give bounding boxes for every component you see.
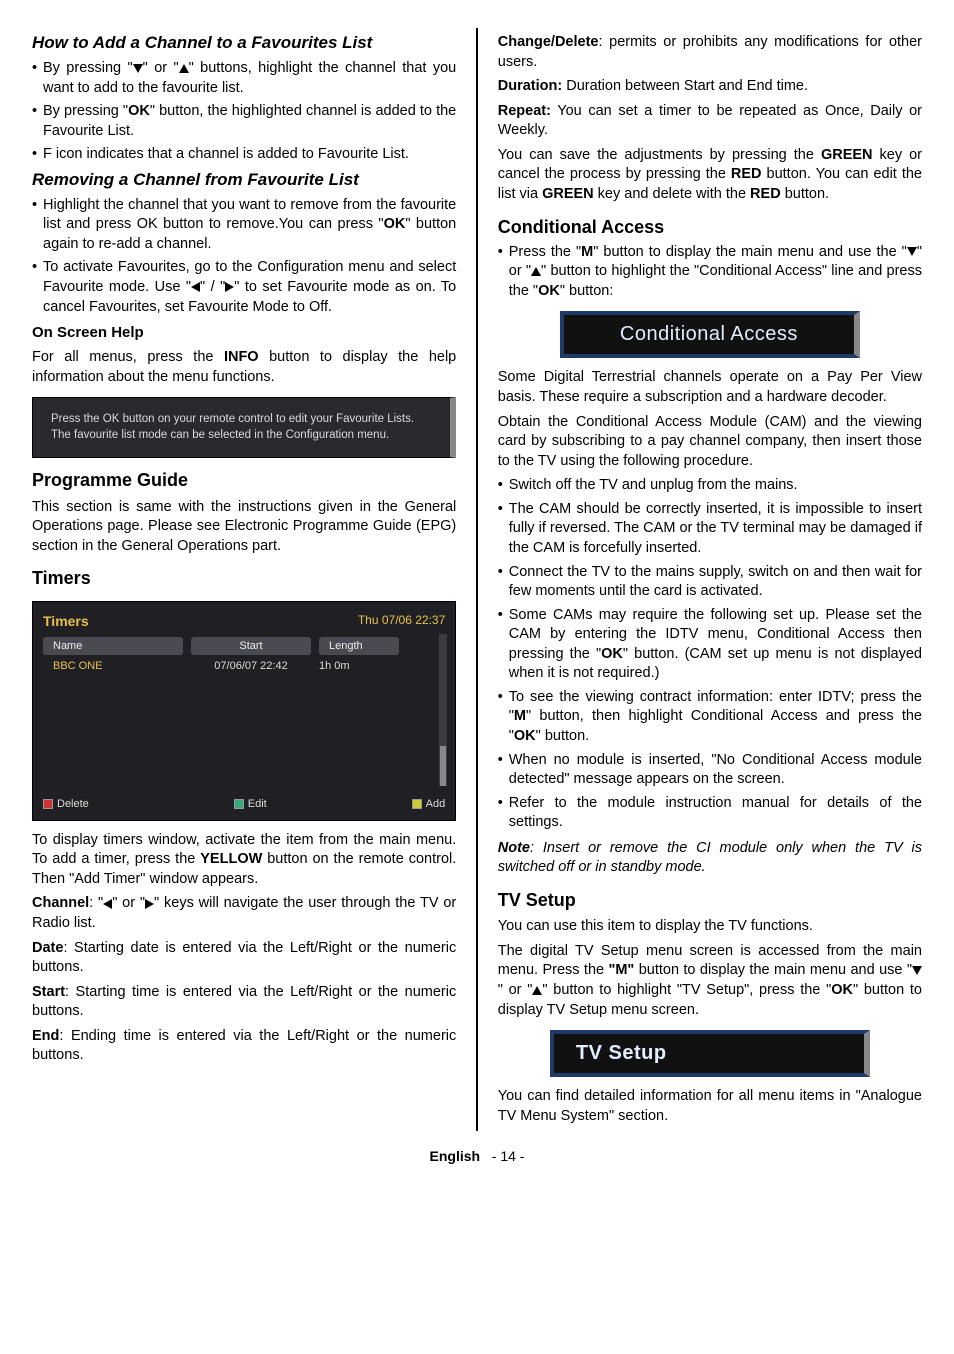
list-item: F icon indicates that a channel is added… bbox=[32, 145, 456, 165]
down-arrow-icon bbox=[912, 966, 922, 975]
save-line: You can save the adjustments by pressing… bbox=[498, 146, 922, 205]
column-separator bbox=[476, 28, 478, 1131]
right-column: Change/Delete: permits or prohibits any … bbox=[498, 28, 922, 1131]
list-item: Switch off the TV and unplug from the ma… bbox=[498, 476, 922, 496]
down-arrow-icon bbox=[907, 247, 917, 256]
change-delete-line: Change/Delete: permits or prohibits any … bbox=[498, 33, 922, 72]
col-start: Start bbox=[191, 637, 311, 656]
heading-tv-setup: TV Setup bbox=[498, 888, 922, 912]
left-arrow-icon bbox=[103, 899, 112, 909]
scrollbar bbox=[439, 634, 447, 786]
page-footer: English - 14 - bbox=[32, 1147, 922, 1166]
list-item: To activate Favourites, go to the Config… bbox=[32, 258, 456, 317]
tv-setup-p3: You can find detailed information for al… bbox=[498, 1087, 922, 1126]
list-item: The CAM should be correctly inserted, it… bbox=[498, 500, 922, 559]
list-item: Highlight the channel that you want to r… bbox=[32, 196, 456, 255]
list-item: To see the viewing contract information:… bbox=[498, 688, 922, 747]
conditional-access-steps: Switch off the TV and unplug from the ma… bbox=[498, 476, 922, 833]
up-arrow-icon bbox=[179, 64, 189, 73]
osd-help-box: Press the OK button on your remote contr… bbox=[32, 397, 456, 458]
timers-datetime: Thu 07/06 22:37 bbox=[358, 612, 445, 631]
remove-favourite-list: Highlight the channel that you want to r… bbox=[32, 196, 456, 317]
green-square-icon bbox=[234, 799, 244, 809]
date-line: Date: Starting date is entered via the L… bbox=[32, 939, 456, 978]
ca-paragraph-1: Some Digital Terrestrial channels operat… bbox=[498, 368, 922, 407]
edit-hint: Edit bbox=[234, 797, 267, 812]
list-item: By pressing "OK" button, the highlighted… bbox=[32, 102, 456, 141]
heading-add-favourite: How to Add a Channel to a Favourites Lis… bbox=[32, 32, 456, 55]
list-item: Connect the TV to the mains supply, swit… bbox=[498, 563, 922, 602]
heading-on-screen-help: On Screen Help bbox=[32, 323, 456, 343]
list-item: By pressing "" or "" buttons, highlight … bbox=[32, 59, 456, 98]
timers-paragraph-1: To display timers window, activate the i… bbox=[32, 831, 456, 890]
ca-paragraph-2: Obtain the Conditional Access Module (CA… bbox=[498, 413, 922, 472]
heading-conditional-access: Conditional Access bbox=[498, 215, 922, 239]
list-item: Press the "M" button to display the main… bbox=[498, 243, 922, 302]
red-square-icon bbox=[43, 799, 53, 809]
up-arrow-icon bbox=[532, 986, 542, 995]
col-name: Name bbox=[43, 637, 183, 656]
right-arrow-icon bbox=[145, 899, 154, 909]
duration-line: Duration: Duration between Start and End… bbox=[498, 77, 922, 97]
left-arrow-icon bbox=[191, 282, 200, 292]
programme-guide-text: This section is same with the instructio… bbox=[32, 498, 456, 557]
channel-line: Channel: "" or "" keys will navigate the… bbox=[32, 894, 456, 933]
delete-hint: Delete bbox=[43, 797, 89, 812]
add-favourite-list: By pressing "" or "" buttons, highlight … bbox=[32, 59, 456, 165]
tv-setup-p1: You can use this item to display the TV … bbox=[498, 917, 922, 937]
on-screen-help-text: For all menus, press the INFO button to … bbox=[32, 348, 456, 387]
two-column-layout: How to Add a Channel to a Favourites Lis… bbox=[32, 28, 922, 1131]
heading-timers: Timers bbox=[32, 566, 456, 590]
repeat-line: Repeat: You can set a timer to be repeat… bbox=[498, 102, 922, 141]
heading-programme-guide: Programme Guide bbox=[32, 468, 456, 492]
list-item: Some CAMs may require the following set … bbox=[498, 606, 922, 684]
list-item: When no module is inserted, "No Conditio… bbox=[498, 751, 922, 790]
ca-note: Note: Insert or remove the CI module onl… bbox=[498, 839, 922, 878]
conditional-access-intro-list: Press the "M" button to display the main… bbox=[498, 243, 922, 302]
yellow-square-icon bbox=[412, 799, 422, 809]
up-arrow-icon bbox=[531, 267, 541, 276]
timers-title: Timers bbox=[43, 612, 89, 631]
right-arrow-icon bbox=[225, 282, 234, 292]
conditional-access-bar: Conditional Access bbox=[560, 311, 860, 358]
heading-remove-favourite: Removing a Channel from Favourite List bbox=[32, 169, 456, 192]
tv-setup-bar: TV Setup bbox=[550, 1030, 870, 1077]
table-row: BBC ONE 07/06/07 22:42 1h 0m bbox=[43, 659, 445, 674]
start-line: Start: Starting time is entered via the … bbox=[32, 983, 456, 1022]
down-arrow-icon bbox=[133, 64, 143, 73]
list-item: Refer to the module instruction manual f… bbox=[498, 794, 922, 833]
col-length: Length bbox=[319, 637, 399, 656]
tv-setup-p2: The digital TV Setup menu screen is acce… bbox=[498, 942, 922, 1020]
end-line: End: Ending time is entered via the Left… bbox=[32, 1027, 456, 1066]
left-column: How to Add a Channel to a Favourites Lis… bbox=[32, 28, 456, 1131]
timers-screenshot: Timers Thu 07/06 22:37 Name Start Length… bbox=[32, 601, 456, 821]
add-hint: Add bbox=[412, 797, 446, 812]
